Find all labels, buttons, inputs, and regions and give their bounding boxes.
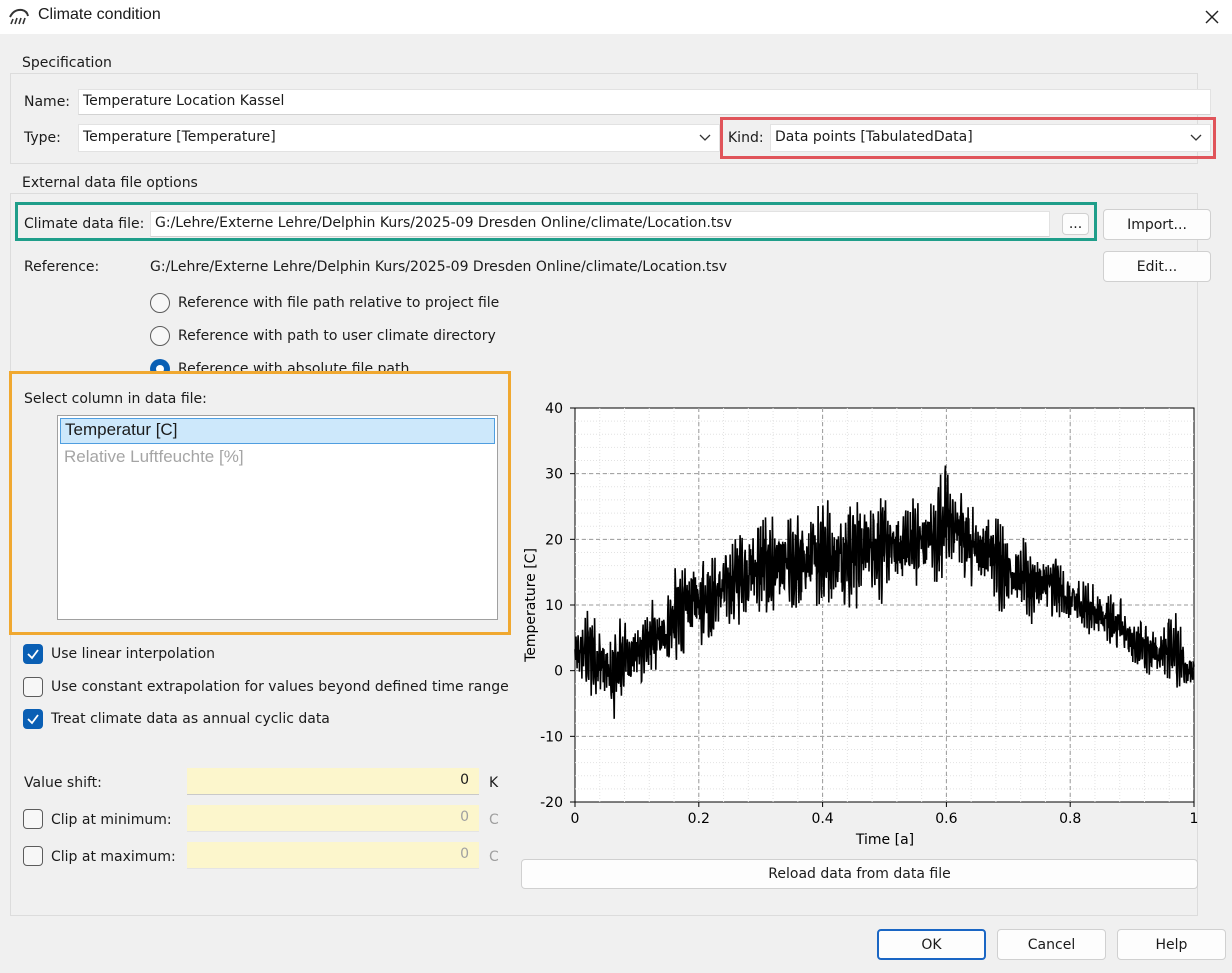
annual-cyclic-label: Treat climate data as annual cyclic data (51, 711, 330, 727)
specification-group-title: Specification (20, 55, 114, 71)
radio-user-climate-dir-label: Reference with path to user climate dire… (178, 328, 496, 344)
rain-cloud-icon (9, 8, 29, 25)
radio-user-climate-dir[interactable] (150, 326, 170, 346)
x-tick-label: 0.2 (688, 811, 710, 827)
clip-min-label: Clip at minimum: (51, 812, 172, 828)
type-select-value: Temperature [Temperature] (83, 129, 276, 145)
name-label: Name: (24, 94, 71, 110)
cancel-button[interactable]: Cancel (997, 929, 1106, 960)
kind-select-value: Data points [TabulatedData] (775, 129, 973, 145)
external-options-group-title: External data file options (20, 175, 200, 191)
clip-min-field: 0 (187, 805, 479, 832)
edit-button[interactable]: Edit... (1103, 251, 1211, 282)
radio-relative-path-label: Reference with file path relative to pro… (178, 295, 500, 311)
reference-value: G:/Lehre/Externe Lehre/Delphin Kurs/2025… (150, 259, 728, 275)
reload-button[interactable]: Reload data from data file (521, 859, 1198, 889)
checkmark-icon (27, 649, 39, 660)
import-button[interactable]: Import... (1103, 209, 1211, 240)
x-axis-label: Time [a] (855, 832, 914, 848)
clip-min-unit: C (489, 812, 499, 828)
y-tick-label: -10 (540, 729, 563, 745)
constant-extrapolation-checkbox[interactable] (23, 677, 43, 697)
clip-max-unit: C (489, 849, 499, 865)
linear-interpolation-checkbox[interactable] (23, 644, 43, 664)
clip-min-checkbox[interactable] (23, 809, 43, 829)
ok-button[interactable]: OK (877, 929, 986, 960)
window-title: Climate condition (38, 6, 161, 23)
x-tick-label: 0.8 (1059, 811, 1081, 827)
close-button[interactable] (1192, 0, 1232, 34)
clip-max-label: Clip at maximum: (51, 849, 176, 865)
x-tick-label: 0 (571, 811, 580, 827)
column-select-label: Select column in data file: (24, 391, 207, 407)
clip-max-checkbox[interactable] (23, 846, 43, 866)
annual-cyclic-checkbox[interactable] (23, 709, 43, 729)
radio-relative-path[interactable] (150, 293, 170, 313)
value-shift-label: Value shift: (24, 775, 102, 791)
column-item-luftfeuchte: Relative Luftfeuchte [%] (64, 447, 244, 466)
clip-max-field: 0 (187, 842, 479, 869)
name-field[interactable]: Temperature Location Kassel (78, 89, 1211, 115)
temperature-chart: 0 0.2 0.4 0.6 0.8 1 -20 -10 0 10 20 30 40 Time [a] T… (523, 401, 1199, 848)
y-tick-label: -20 (540, 795, 563, 811)
y-tick-label: 20 (545, 532, 563, 548)
chevron-down-icon (1190, 134, 1202, 141)
linear-interpolation-label: Use linear interpolation (51, 646, 216, 662)
x-tick-label: 0.6 (935, 811, 957, 827)
help-button[interactable]: Help (1117, 929, 1226, 960)
browse-button[interactable]: ... (1062, 213, 1089, 235)
kind-label: Kind: (728, 130, 764, 146)
checkmark-icon (27, 714, 39, 725)
title-bar (0, 0, 1232, 34)
y-tick-label: 10 (545, 598, 563, 614)
value-shift-unit: K (489, 775, 499, 791)
type-label: Type: (24, 130, 61, 146)
column-listbox[interactable]: Temperatur [C] Relative Luftfeuchte [%] (57, 415, 498, 620)
column-item-temperatur[interactable]: Temperatur [C] (60, 418, 495, 444)
y-tick-label: 30 (545, 467, 563, 483)
y-axis-label: Temperature [C] (523, 548, 539, 663)
kind-select[interactable]: Data points [TabulatedData] (770, 124, 1211, 152)
y-tick-label: 40 (545, 401, 563, 417)
y-tick-label: 0 (554, 664, 563, 680)
reference-label: Reference: (24, 259, 100, 275)
close-icon (1205, 10, 1219, 24)
climate-file-label: Climate data file: (24, 216, 145, 232)
x-tick-label: 0.4 (811, 811, 833, 827)
constant-extrapolation-label: Use constant extrapolation for values be… (51, 679, 509, 695)
x-tick-label: 1 (1190, 811, 1199, 827)
type-select[interactable]: Temperature [Temperature] (78, 124, 720, 152)
chevron-down-icon (699, 134, 711, 141)
value-shift-field[interactable]: 0 (187, 768, 479, 795)
climate-file-field[interactable]: G:/Lehre/Externe Lehre/Delphin Kurs/2025… (150, 211, 1050, 237)
